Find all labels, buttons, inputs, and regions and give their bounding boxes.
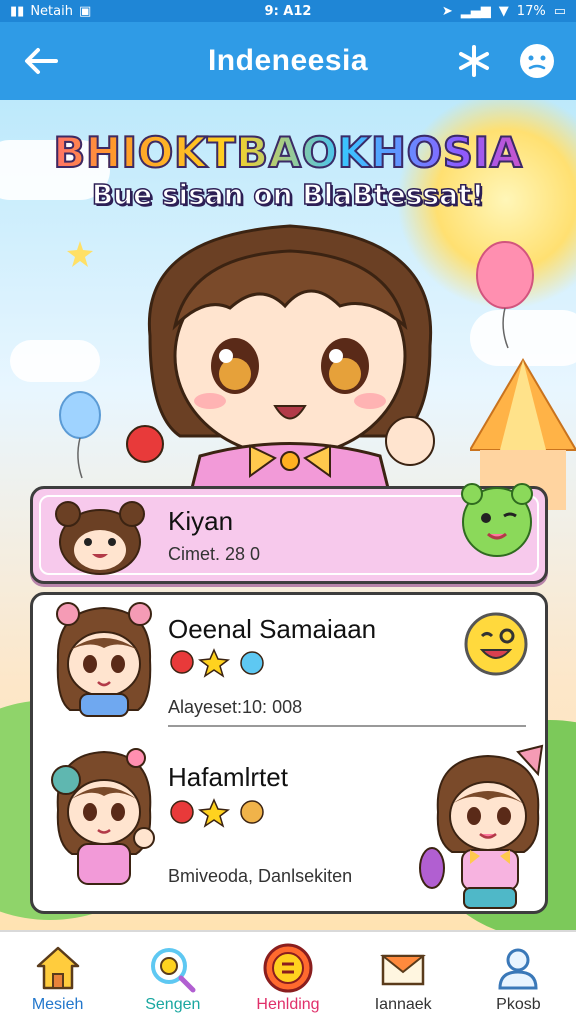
fruit-badges-icon <box>170 798 264 828</box>
app-bar: Indeneesia <box>0 22 576 100</box>
nav-label-sengen: Sengen <box>145 996 201 1013</box>
profile-button[interactable] <box>514 38 560 84</box>
status-time: 9: A12 <box>264 3 312 19</box>
cat-girl-illustration <box>419 744 544 909</box>
list-divider <box>168 725 526 727</box>
coin-icon <box>263 943 313 993</box>
balloon-icon <box>59 391 101 479</box>
banner-headline: BHIOKTBAOKHOSIA <box>0 127 576 178</box>
location-icon: ➤ <box>441 3 453 19</box>
notification-icon: ▣ <box>78 3 92 19</box>
player-avatar-icon[interactable] <box>44 740 164 890</box>
lollipop-icon <box>150 948 196 993</box>
player-name: Hafamlrtet <box>168 762 288 792</box>
signal-icon: ▮▮ <box>10 3 25 19</box>
player-name: Oeenal Samaiaan <box>168 614 377 644</box>
nav-item-profile[interactable]: Pkosb <box>461 932 576 1024</box>
smiley-icon <box>464 612 528 676</box>
bottom-nav: Mesieh Sengen Henlding Iannaek Pkosb <box>0 930 576 1024</box>
star-icon <box>67 241 93 267</box>
nav-item-henlding[interactable]: Henlding <box>230 932 345 1024</box>
home-icon <box>36 946 79 990</box>
nav-label-iannaek: Iannaek <box>374 996 432 1013</box>
status-right: ➤ ▂▄▆ ▼ 17% ▭ <box>442 4 566 19</box>
sparkle-icon <box>459 45 489 77</box>
carrier-label: Netaih <box>30 3 73 19</box>
status-bar: ▮▮ Netaih ▣ 9: A12 ➤ ▂▄▆ ▼ 17% ▭ <box>0 0 576 22</box>
featured-player-detail: Cimet. 28 0 <box>168 544 261 564</box>
fruit-badges-icon <box>170 648 264 678</box>
battery-label: 17% <box>516 3 546 19</box>
balloon-icon <box>476 241 534 349</box>
cloud-decoration <box>10 340 100 382</box>
envelope-icon <box>380 954 427 986</box>
status-left: ▮▮ Netaih ▣ <box>10 4 91 19</box>
nav-label-home: Mesieh <box>31 996 84 1013</box>
face-icon <box>520 44 554 78</box>
sparkle-button[interactable] <box>454 41 494 81</box>
character-illustration <box>126 224 435 496</box>
nav-label-profile: Pkosb <box>496 996 541 1013</box>
green-monster-icon <box>461 483 533 557</box>
player-avatar-icon[interactable] <box>48 600 160 718</box>
arrow-left-icon <box>25 48 58 74</box>
player-detail: Alayeset:10: 008 <box>168 697 303 717</box>
page-title: Indeneesia <box>207 44 369 77</box>
nav-label-henlding: Henlding <box>256 996 320 1013</box>
featured-player-name: Kiyan <box>168 506 234 536</box>
player-detail: Bmiveoda, Danlsekiten <box>168 866 353 886</box>
battery-icon: ▭ <box>553 3 566 19</box>
person-icon <box>498 948 538 990</box>
nav-item-sengen[interactable]: Sengen <box>115 932 230 1024</box>
nav-item-home[interactable]: Mesieh <box>0 932 115 1024</box>
nav-item-iannaek[interactable]: Iannaek <box>346 932 461 1024</box>
wifi-icon: ▼ <box>498 3 509 19</box>
back-button[interactable] <box>18 39 62 83</box>
bear-avatar-icon <box>55 501 145 575</box>
cell-signal-icon: ▂▄▆ <box>460 3 491 19</box>
